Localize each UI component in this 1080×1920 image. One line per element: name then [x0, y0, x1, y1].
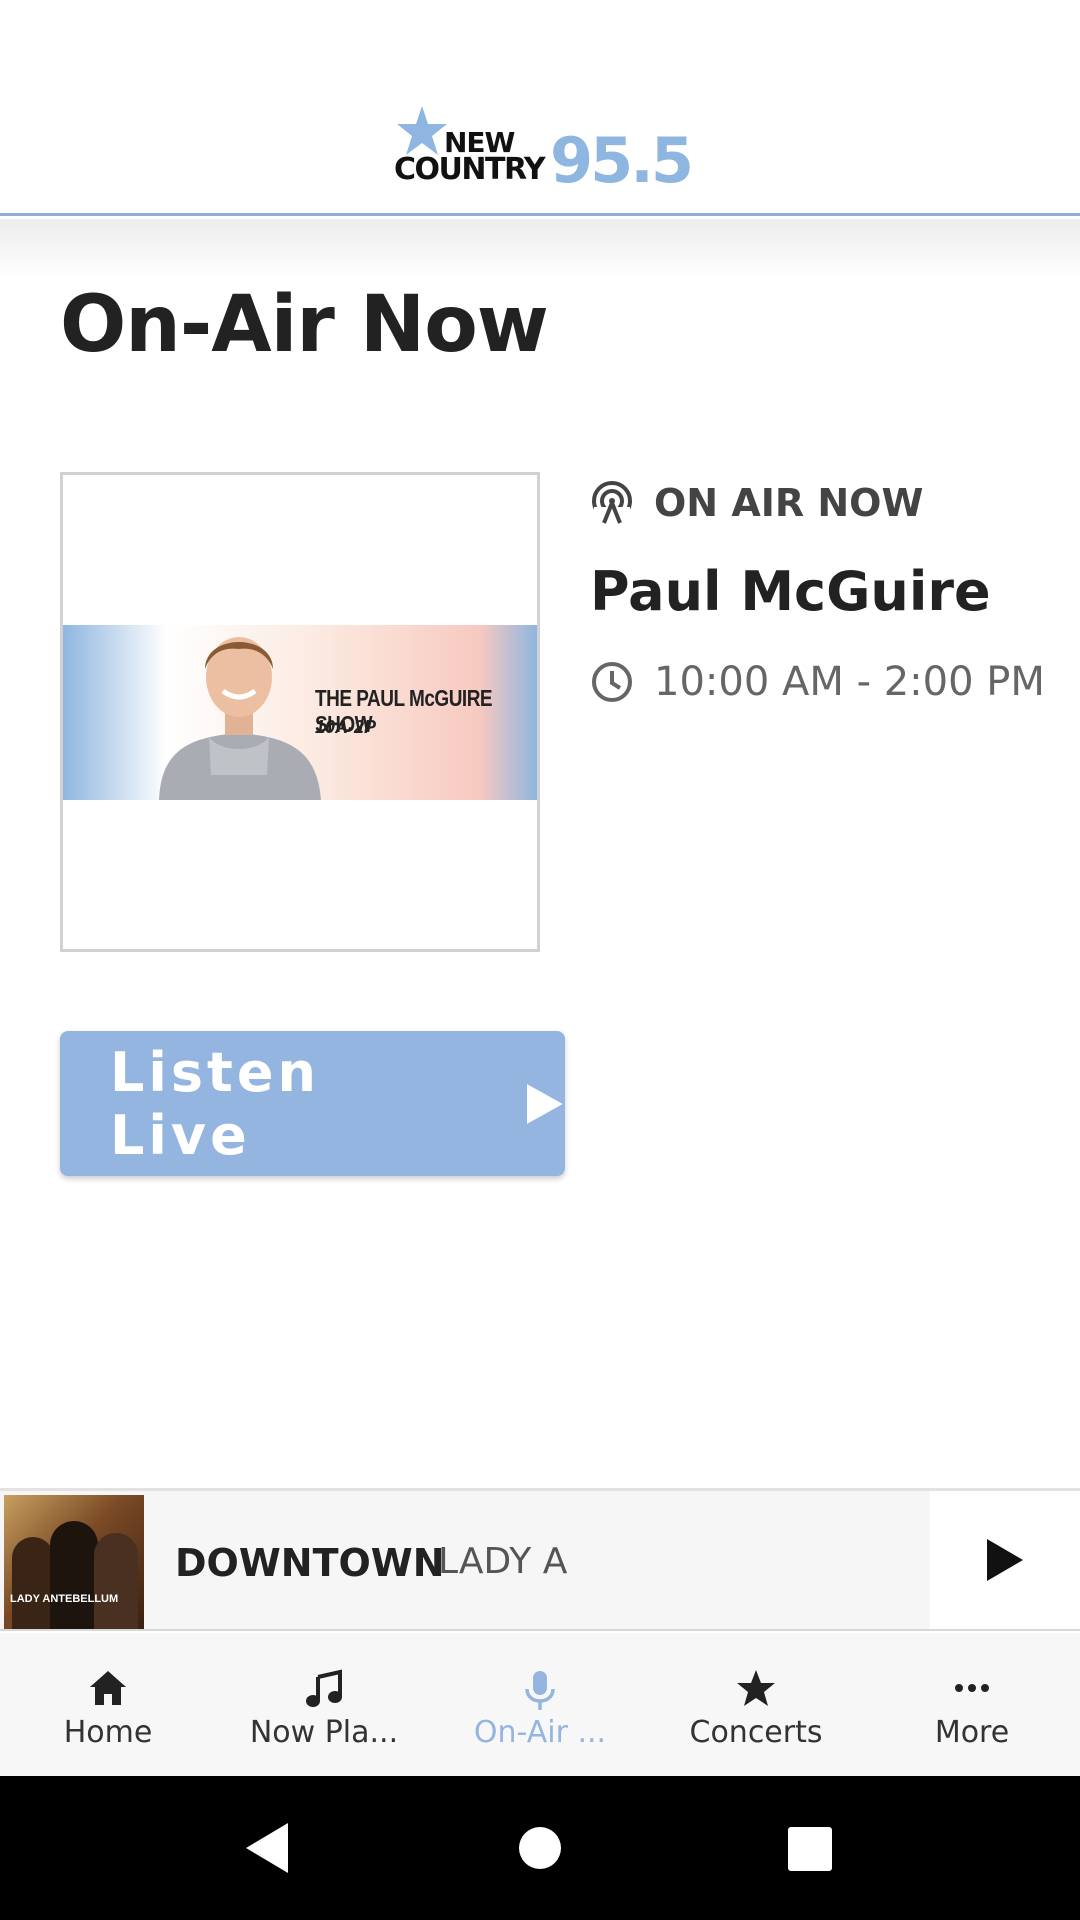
song-artist: LADY A — [438, 1541, 568, 1582]
app-header: NEW COUNTRY 95.5 — [0, 0, 1080, 216]
logo-frequency: 95.5 — [550, 124, 694, 197]
album-caption: LADY ANTEBELLUM — [10, 1593, 119, 1605]
show-time-text: 10:00 AM - 2:00 PM — [654, 659, 1045, 705]
more-dots-icon — [955, 1684, 989, 1692]
nav-label-more: More — [934, 1715, 1010, 1750]
play-button[interactable] — [930, 1491, 1080, 1629]
system-nav-bar — [0, 1776, 1080, 1920]
on-air-label: ON AIR NOW — [654, 481, 924, 525]
host-name: Paul McGuire — [590, 560, 991, 623]
banner-subtitle: 10A-2P — [315, 717, 377, 737]
nav-item-on-air[interactable]: On-Air ... — [432, 1633, 648, 1776]
recents-icon[interactable] — [787, 1826, 833, 1872]
microphone-icon — [525, 1671, 555, 1710]
station-logo[interactable]: NEW COUNTRY 95.5 — [394, 104, 694, 197]
listen-live-label: Listen Live — [110, 1040, 320, 1167]
nav-item-concerts[interactable]: Concerts — [648, 1633, 864, 1776]
song-title: DOWNTOWN — [175, 1541, 445, 1585]
bottom-nav: Home Now Pla... On-Air ... Concerts More — [0, 1633, 1080, 1776]
nav-item-now-playing[interactable]: Now Pla... — [216, 1633, 432, 1776]
mini-player[interactable]: LADY ANTEBELLUM DOWNTOWN LADY A — [0, 1488, 1080, 1631]
header-shadow — [0, 219, 1080, 279]
home-icon — [90, 1671, 126, 1705]
home-circle-icon[interactable] — [518, 1826, 562, 1870]
show-time: 10:00 AM - 2:00 PM — [590, 656, 1045, 708]
play-icon — [527, 1083, 564, 1124]
play-icon — [987, 1539, 1023, 1581]
page-title: On-Air Now — [60, 280, 549, 370]
clock-icon — [592, 662, 632, 702]
logo-line-country: COUNTRY — [394, 152, 546, 187]
on-air-status: ON AIR NOW — [590, 478, 923, 528]
nav-label-concerts: Concerts — [689, 1715, 823, 1750]
album-art: LADY ANTEBELLUM — [4, 1495, 144, 1629]
nav-label-now-playing: Now Pla... — [249, 1715, 399, 1750]
nav-item-home[interactable]: Home — [0, 1633, 216, 1776]
listen-live-button[interactable]: Listen Live — [60, 1031, 565, 1176]
nav-item-more[interactable]: More — [864, 1633, 1080, 1776]
show-banner: THE PAUL McGUIRE SHOW 10A-2P — [63, 625, 537, 800]
broadcast-icon — [592, 481, 632, 525]
host-photo — [159, 637, 321, 800]
nav-label-on-air: On-Air ... — [473, 1715, 607, 1750]
show-image: THE PAUL McGUIRE SHOW 10A-2P — [60, 472, 540, 952]
star-icon — [737, 1670, 775, 1706]
nav-label-home: Home — [63, 1715, 153, 1750]
music-note-icon — [306, 1669, 342, 1707]
back-icon[interactable] — [244, 1821, 290, 1875]
